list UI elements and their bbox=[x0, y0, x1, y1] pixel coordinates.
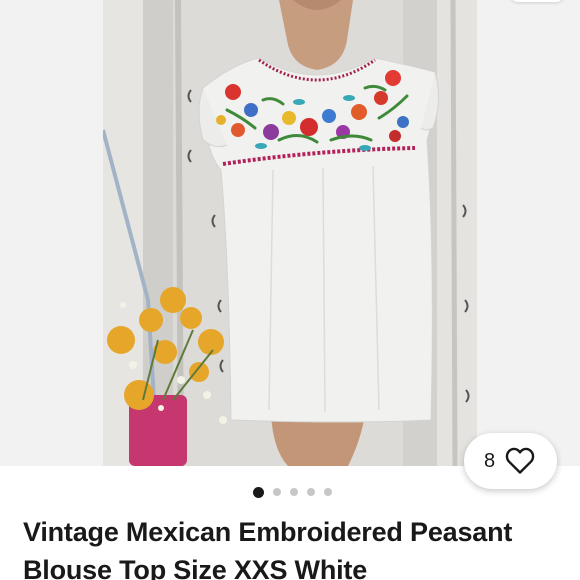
watchers-like-button[interactable]: 8 bbox=[464, 433, 557, 489]
top-overlay-button[interactable] bbox=[510, 0, 564, 2]
product-photo[interactable] bbox=[103, 0, 477, 466]
listing-title: Vintage Mexican Embroidered Peasant Blou… bbox=[23, 517, 513, 580]
pagination-dot[interactable] bbox=[272, 488, 281, 496]
pagination-dot[interactable] bbox=[289, 488, 298, 496]
pagination-dot[interactable] bbox=[323, 488, 332, 496]
pagination-dot-active[interactable] bbox=[252, 486, 264, 498]
image-pagination-dots bbox=[0, 486, 580, 498]
pagination-dot[interactable] bbox=[306, 488, 315, 496]
blouse-on-mannequin-image bbox=[103, 0, 477, 466]
like-count: 8 bbox=[484, 449, 496, 472]
image-gallery[interactable]: 8 bbox=[0, 0, 580, 489]
heart-outline-icon bbox=[505, 447, 535, 474]
